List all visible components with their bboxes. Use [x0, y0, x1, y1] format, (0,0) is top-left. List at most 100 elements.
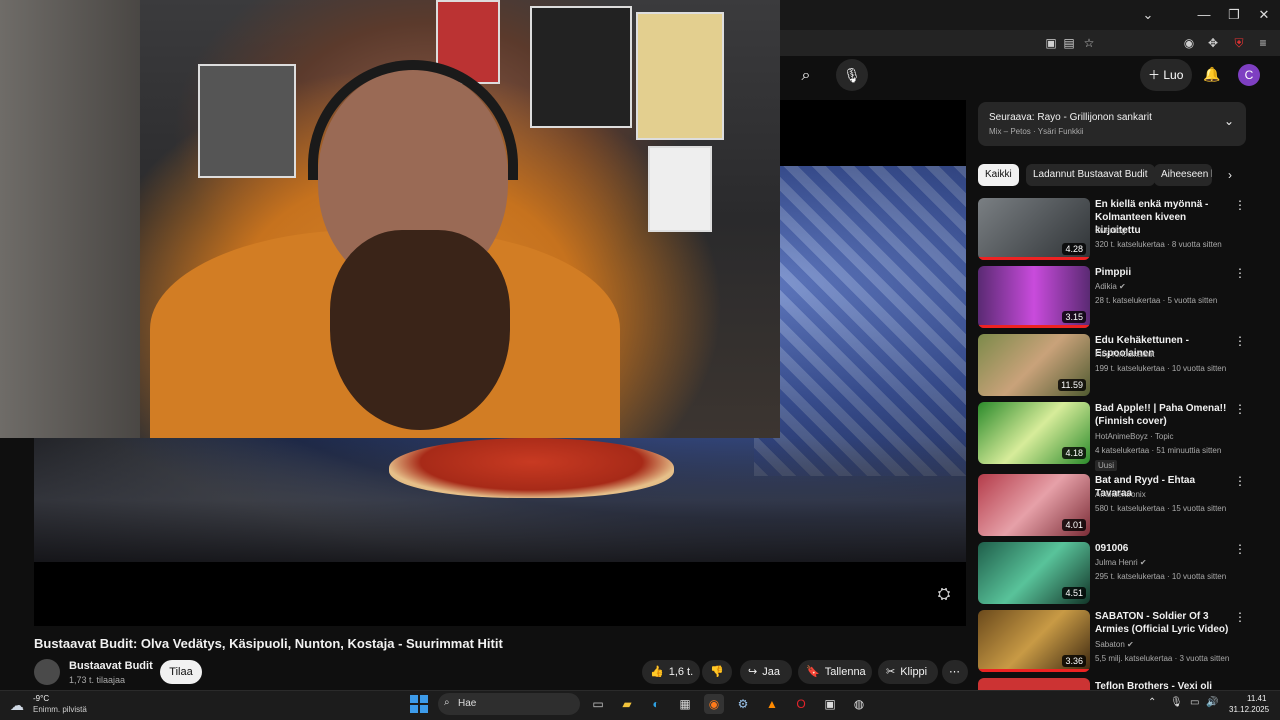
display-icon[interactable]: ▭	[1190, 697, 1199, 708]
extensions-icon[interactable]: ✥	[1204, 34, 1222, 52]
rec-title[interactable]: Teflon Brothers - Vexi oli valkea	[1095, 680, 1230, 690]
picture-in-picture-icon[interactable]: ▣	[1042, 34, 1060, 52]
channel-avatar[interactable]	[34, 659, 60, 685]
video-thumbnail[interactable]: 4.18	[978, 402, 1090, 464]
webcam-overlay	[0, 0, 780, 438]
channel-name[interactable]: Bustaavat Budit	[69, 660, 153, 672]
menu-icon[interactable]: ≡	[1254, 34, 1272, 52]
video-thumbnail[interactable]: 4.01	[978, 474, 1090, 536]
rec-channel[interactable]: Överdog	[1095, 226, 1126, 235]
profile-icon[interactable]: ◉	[1180, 34, 1198, 52]
ublock-icon[interactable]: ⛨	[1230, 34, 1248, 52]
clock-time[interactable]: 11.41	[1247, 694, 1266, 703]
chevron-up-icon[interactable]: ⌃	[1148, 697, 1156, 708]
weather-desc[interactable]: Enimm. pilvistä	[33, 705, 87, 714]
rec-meta: 295 t. katselukertaa · 10 vuotta sitten	[1095, 572, 1227, 581]
chevron-right-icon[interactable]: ›	[1222, 164, 1238, 186]
duration-badge: 4.28	[1062, 243, 1086, 255]
list-item[interactable]: 4.01 Bat and Ryyd - Ehtaa Tavaraa Ambide…	[978, 474, 1246, 538]
watched-progress	[978, 669, 1090, 672]
like-button[interactable]: 👍 1,6 t.	[642, 660, 700, 684]
video-thumbnail[interactable]: 3.15	[978, 266, 1090, 328]
list-item[interactable]: 3.15 Pimppii Adikia ✔ 28 t. katselukerta…	[978, 266, 1246, 330]
terminal-icon[interactable]: ▣	[820, 694, 840, 714]
search-button[interactable]: ⌕	[786, 60, 826, 92]
edge-icon[interactable]: ◐	[646, 694, 666, 714]
more-vert-icon[interactable]: ⋮	[1234, 474, 1246, 488]
channel-watermark-icon[interactable]: ⛭	[930, 586, 958, 608]
more-icon: ⋯	[949, 666, 960, 678]
video-thumbnail[interactable]: 4.51	[978, 542, 1090, 604]
rec-channel[interactable]: Sabaton ✔	[1095, 640, 1134, 649]
video-thumbnail[interactable]: 4.28	[978, 198, 1090, 260]
vlc-icon[interactable]: ▲	[762, 694, 782, 714]
notifications-button[interactable]: 🔔	[1200, 62, 1224, 86]
rec-channel[interactable]: FlopToriJulkaisut	[1095, 350, 1155, 359]
cloud-icon[interactable]: ☁	[10, 697, 24, 714]
video-thumbnail[interactable]: 3.36	[978, 610, 1090, 672]
chip-related[interactable]: Aiheeseen liittyvät	[1154, 164, 1212, 186]
obs-icon[interactable]: ◍	[849, 694, 869, 714]
task-view-icon[interactable]: ▭	[588, 694, 608, 714]
bookmark-star-icon[interactable]: ☆	[1080, 34, 1098, 52]
verified-icon: ✔	[1127, 640, 1134, 649]
close-button[interactable]: ✕	[1252, 6, 1276, 24]
list-item[interactable]: 4.51 091006 Julma Henri ✔ 295 t. katselu…	[978, 542, 1246, 606]
list-item[interactable]: 11.59 Edu Kehäkettunen - Espoolainen Flo…	[978, 334, 1246, 398]
duration-badge: 3.15	[1062, 311, 1086, 323]
create-button[interactable]: ＋ Luo	[1140, 59, 1192, 91]
maximize-button[interactable]: ❐	[1222, 6, 1246, 24]
store-icon[interactable]: ▦	[675, 694, 695, 714]
list-item[interactable]: 4.18 Bad Apple!! | Paha Omena!! (Finnish…	[978, 402, 1246, 471]
chip-uploaded-by-channel[interactable]: Ladannut Bustaavat Budit	[1026, 164, 1155, 186]
chip-all[interactable]: Kaikki	[978, 164, 1019, 186]
dislike-button[interactable]: 👎	[702, 660, 732, 684]
more-vert-icon[interactable]: ⋮	[1234, 334, 1246, 348]
clip-button[interactable]: ✂ Klippi	[878, 660, 938, 684]
up-next-subtitle: Mix – Petos · Ysäri Funkkii	[989, 127, 1084, 136]
voice-search-button[interactable]: 🎙	[836, 59, 868, 91]
tab-list-icon[interactable]: ⌄	[1136, 6, 1160, 24]
weather-temp[interactable]: -9°C	[33, 694, 49, 703]
more-vert-icon[interactable]: ⋮	[1234, 198, 1246, 212]
mic-icon[interactable]: 🎙	[1170, 697, 1183, 708]
rec-channel[interactable]: Julma Henri ✔	[1095, 558, 1147, 567]
webcam-poster	[530, 6, 632, 128]
steam-icon[interactable]: ⚙	[733, 694, 753, 714]
video-thumbnail[interactable]: 11.59	[978, 334, 1090, 396]
rec-title[interactable]: 091006	[1095, 542, 1230, 555]
rec-title[interactable]: Pimppii	[1095, 266, 1230, 279]
list-item[interactable]: 3.36 SABATON - Soldier Of 3 Armies (Offi…	[978, 610, 1246, 674]
clock-date[interactable]: 31.12.2025	[1229, 705, 1269, 714]
start-button[interactable]	[410, 695, 428, 713]
more-vert-icon[interactable]: ⋮	[1234, 266, 1246, 280]
rec-title[interactable]: Bad Apple!! | Paha Omena!! (Finnish cove…	[1095, 402, 1230, 428]
duration-badge: 11.59	[1058, 379, 1086, 391]
opera-icon[interactable]: O	[791, 694, 811, 714]
rec-channel[interactable]: Ambidextronix	[1095, 490, 1146, 499]
save-button[interactable]: 🔖 Tallenna	[798, 660, 872, 684]
subscribe-button[interactable]: Tilaa	[160, 660, 202, 684]
more-vert-icon[interactable]: ⋮	[1234, 402, 1246, 416]
rec-title[interactable]: SABATON - Soldier Of 3 Armies (Official …	[1095, 610, 1230, 636]
rec-channel[interactable]: Adikia ✔	[1095, 282, 1126, 291]
up-next-panel[interactable]: Seuraava: Rayo - Grillijonon sankarit Mi…	[978, 102, 1246, 146]
list-item[interactable]: Teflon Brothers - Vexi oli valkea	[978, 678, 1246, 690]
file-explorer-icon[interactable]: ▰	[617, 694, 637, 714]
chevron-down-icon[interactable]: ⌄	[1224, 114, 1234, 128]
volume-icon[interactable]: 🔊	[1206, 697, 1218, 708]
save-page-icon[interactable]: ▤	[1060, 34, 1078, 52]
rec-channel[interactable]: HotAnimeBoyz · Topic	[1095, 432, 1174, 441]
firefox-icon[interactable]: ◉	[704, 694, 724, 714]
more-vert-icon[interactable]: ⋮	[1234, 542, 1246, 556]
minimize-button[interactable]: —	[1192, 6, 1216, 24]
taskbar-search[interactable]: Hae	[438, 693, 580, 715]
share-button[interactable]: ↪ Jaa	[740, 660, 792, 684]
account-avatar[interactable]: C	[1238, 64, 1260, 86]
video-pizza	[389, 438, 674, 498]
rec-meta: 4 katselukertaa · 51 minuuttia sitten	[1095, 446, 1222, 455]
more-actions-button[interactable]: ⋯	[942, 660, 968, 684]
video-thumbnail[interactable]	[978, 678, 1090, 690]
more-vert-icon[interactable]: ⋮	[1234, 610, 1246, 624]
list-item[interactable]: 4.28 En kiellä enkä myönnä - Kolmanteen …	[978, 198, 1246, 262]
